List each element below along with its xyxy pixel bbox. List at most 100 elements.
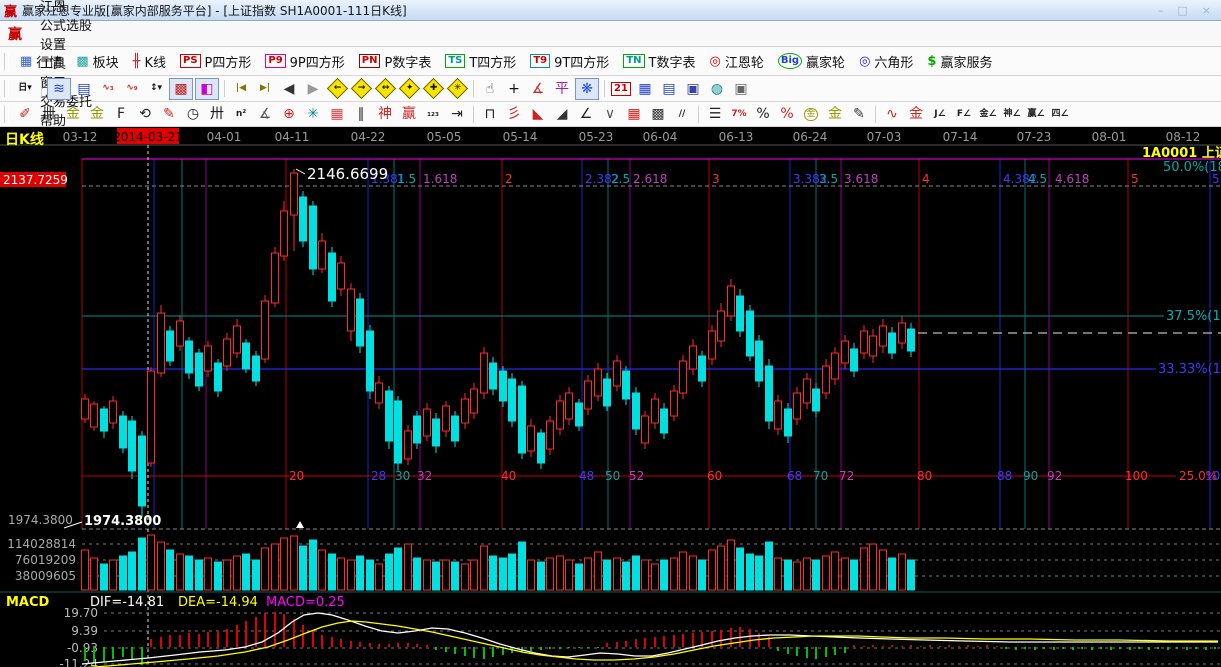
retracement-label: 37.5%(13 xyxy=(1166,309,1221,324)
zoom-fit-button[interactable]: ✳ xyxy=(446,79,468,99)
crosshair-tool-button[interactable]: + xyxy=(503,79,525,99)
zoom-all-button[interactable]: ✚ xyxy=(422,79,444,99)
hexagon-icon: ◎ xyxy=(859,54,870,69)
pattern-red-button[interactable]: ▩ xyxy=(169,78,193,100)
gann-wheel-button[interactable]: ◎江恩轮 xyxy=(702,47,770,75)
spiral-tool-button[interactable]: ⟲ xyxy=(134,104,156,124)
hand-tool-button[interactable]: ☝ xyxy=(479,79,501,99)
gold-box-button[interactable]: 金 xyxy=(905,104,927,124)
angle-measure-button[interactable]: ∡ xyxy=(527,79,549,99)
kline-label: K线 xyxy=(144,52,166,71)
zoom-v-button[interactable]: ✦ xyxy=(398,79,420,99)
winner-service-button[interactable]: $赢家服务 xyxy=(920,47,999,75)
volume-bar xyxy=(338,558,345,590)
close-button[interactable]: × xyxy=(1202,4,1211,17)
shen-angle-button[interactable]: 神∠ xyxy=(1001,104,1023,124)
time-cycle-button[interactable]: ◷ xyxy=(182,104,204,124)
grid-123-button[interactable]: ₁₂₃ xyxy=(422,104,444,124)
candlestick xyxy=(205,346,212,371)
minimize-button[interactable]: – xyxy=(1158,4,1164,17)
fan-box-button[interactable]: ◣ xyxy=(527,104,549,124)
f-angle-button[interactable]: F∠ xyxy=(953,104,975,124)
percent-line-button[interactable]: % xyxy=(776,104,798,124)
fan-box-2-button[interactable]: ◢ xyxy=(551,104,573,124)
p-number-table-button[interactable]: PNP数字表 xyxy=(352,47,439,75)
wave-9-button[interactable]: ∿₉ xyxy=(121,79,143,99)
f-ruler-button[interactable]: F xyxy=(110,104,132,124)
target-cross-button[interactable]: ⊕ xyxy=(278,104,300,124)
star-grid-button[interactable]: ✳ xyxy=(302,104,324,124)
t-number-table-button[interactable]: TNT数字表 xyxy=(616,47,702,75)
e-chart-button[interactable]: ☰ xyxy=(704,104,726,124)
a-wave-button[interactable]: ∿ xyxy=(881,104,903,124)
win-grid-button[interactable]: 赢 xyxy=(398,104,420,124)
ruler-2-button[interactable]: 卅 xyxy=(206,104,228,124)
pencil-angle-button[interactable]: ✎ xyxy=(848,104,870,124)
fan-lines-button[interactable]: 彡 xyxy=(503,104,525,124)
notes-button[interactable]: ▤ xyxy=(658,79,680,99)
nav-next-button[interactable]: ▶ xyxy=(302,79,324,99)
hexagon-button[interactable]: ◎六角形 xyxy=(852,47,920,75)
frame-tool-button[interactable]: ⊓ xyxy=(479,104,501,124)
chart-area[interactable]: 03-122014-03-2104-0104-1104-2205-0505-14… xyxy=(0,127,1221,667)
sectors-button[interactable]: ▩板块 xyxy=(69,47,125,75)
pan-left-button[interactable]: ← xyxy=(326,79,348,99)
box-grid-button[interactable]: ▦ xyxy=(326,104,348,124)
calculator-button[interactable]: ▦ xyxy=(634,79,656,99)
save-button[interactable]: ▣ xyxy=(682,79,704,99)
pan-right-button[interactable]: → xyxy=(350,79,372,99)
nav-first-button[interactable]: |◀ xyxy=(230,79,252,99)
brush-tool-button[interactable]: ✐ xyxy=(14,104,36,124)
quotes-button[interactable]: ▦行情 xyxy=(13,47,69,75)
j-angle-button[interactable]: J∠ xyxy=(929,104,951,124)
grid-dark-button[interactable]: ▩ xyxy=(647,104,669,124)
9p-square-button[interactable]: P99P四方形 xyxy=(258,47,351,75)
candle-narrow-dropdown[interactable]: ↕▾ xyxy=(145,79,167,99)
shen-grid-button[interactable]: 神 xyxy=(374,104,396,124)
menu-item-4[interactable]: 公式选股 xyxy=(30,15,102,34)
smart-analyze-button[interactable]: ❋ xyxy=(575,78,599,100)
maximize-button[interactable]: □ xyxy=(1177,4,1187,17)
info-document-button[interactable]: ▤ xyxy=(73,79,95,99)
angle-a-button[interactable]: ∡ xyxy=(254,104,276,124)
gold-angle-button[interactable]: 金∠ xyxy=(977,104,999,124)
marker-tool-button[interactable]: ∥ xyxy=(350,104,372,124)
wave-pattern-button[interactable]: ≋ xyxy=(47,78,71,100)
calendar-button[interactable]: 21 xyxy=(610,79,632,99)
winner-wheel-button[interactable]: Big赢家轮 xyxy=(771,47,852,75)
candlestick xyxy=(557,401,564,429)
color-histogram-button[interactable]: ◧ xyxy=(195,78,219,100)
percent-button[interactable]: % xyxy=(752,104,774,124)
wave-3-button[interactable]: ∿₃ xyxy=(97,79,119,99)
t-square-button[interactable]: TST四方形 xyxy=(438,47,523,75)
flat-tool-button[interactable]: 平 xyxy=(551,79,573,99)
multi-line-button[interactable]: ∕∕ xyxy=(671,104,693,124)
nav-prev-button[interactable]: ◀ xyxy=(278,79,300,99)
menu-item-3[interactable]: 江恩 xyxy=(30,0,102,15)
nav-last-button[interactable]: ▶| xyxy=(254,79,276,99)
gold-ruler-a-button[interactable]: 金 xyxy=(62,104,84,124)
gold-circle-button[interactable]: 金 xyxy=(800,104,822,124)
seven-pct-button[interactable]: 7% xyxy=(728,104,750,124)
v-wave-button[interactable]: ∨ xyxy=(599,104,621,124)
workstation-button[interactable]: ▣ xyxy=(730,79,752,99)
span-arrow-button[interactable]: ⇥ xyxy=(446,104,468,124)
win-angle-button[interactable]: 赢∠ xyxy=(1025,104,1047,124)
crosshair-tool-icon: + xyxy=(508,82,520,96)
9t-square-button[interactable]: T99T四方形 xyxy=(523,47,616,75)
four-angle-button[interactable]: 四∠ xyxy=(1049,104,1071,124)
kline-style-dropdown[interactable]: 日▾ xyxy=(14,79,36,99)
gold-ruler-b-button[interactable]: 金 xyxy=(86,104,108,124)
p-square-button[interactable]: PSP四方形 xyxy=(173,47,258,75)
grid-dense-button[interactable]: ▦ xyxy=(623,104,645,124)
gold-line-button[interactable]: 金 xyxy=(824,104,846,124)
candlestick xyxy=(120,416,127,448)
kline-chart-svg[interactable]: 03-122014-03-2104-0104-1104-2205-0505-14… xyxy=(0,127,1221,667)
save-remote-button[interactable]: ◍ xyxy=(706,79,728,99)
zoom-h-button[interactable]: ↔ xyxy=(374,79,396,99)
n-square-button[interactable]: n² xyxy=(230,104,252,124)
knife-tool-button[interactable]: ✎ xyxy=(158,104,180,124)
angle-lines-button[interactable]: ∠ xyxy=(575,104,597,124)
kline-button[interactable]: ╫K线 xyxy=(126,47,173,75)
gann-ruler-button[interactable]: 卌 xyxy=(38,104,60,124)
